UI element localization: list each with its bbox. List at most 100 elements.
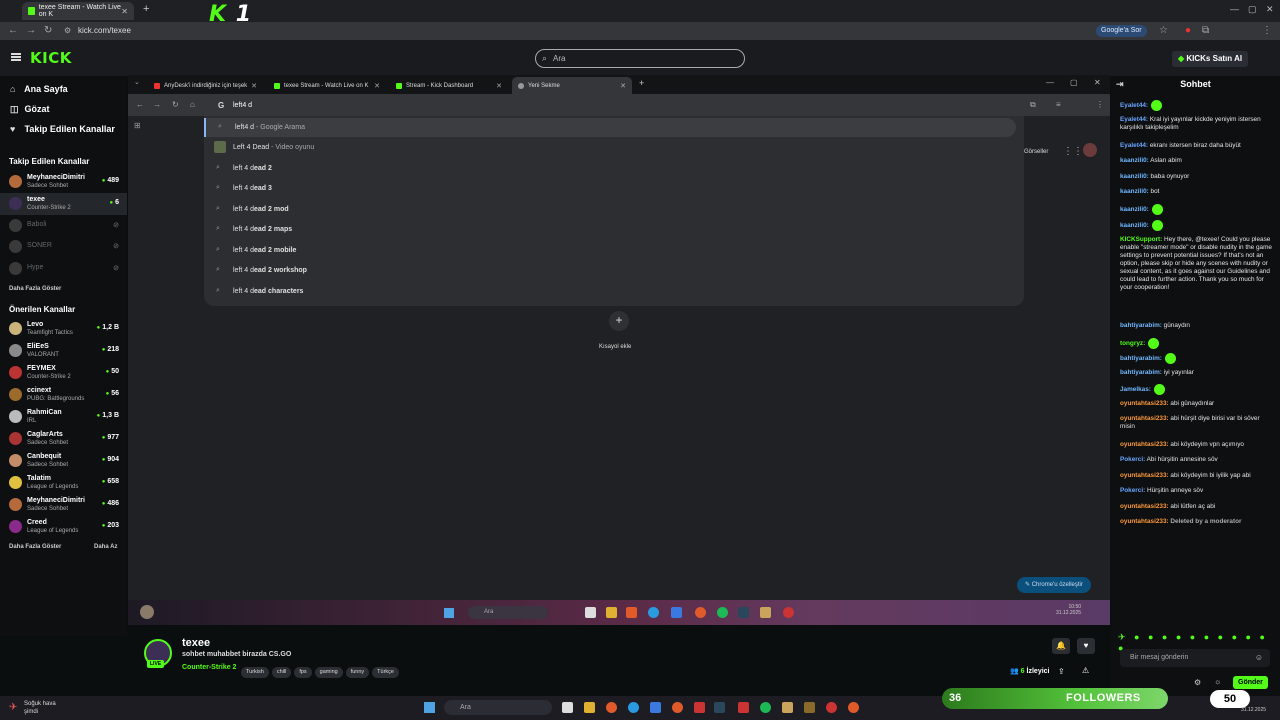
chat-username[interactable]: kaanzili0: [1120, 188, 1149, 195]
chat-username[interactable]: oyuntahtasi233: [1120, 400, 1169, 407]
report-icon[interactable]: ⚠ [1082, 666, 1089, 675]
show-more-link[interactable]: Daha Fazla Göster [9, 286, 61, 292]
inner-tab[interactable]: Stream - Kick Dashboard ✕ [390, 77, 508, 94]
close-icon[interactable]: ✕ [121, 7, 128, 16]
minimize-icon[interactable]: — [1230, 4, 1239, 14]
back-icon[interactable]: ← [136, 100, 144, 109]
menu-icon[interactable]: ⋮ [1096, 100, 1104, 109]
sidebar-channel[interactable]: CaglarArtsSadece Sohbet977 [0, 428, 127, 450]
sidebar-channel[interactable]: LevoTeamfight Tactics1,2 B [0, 318, 127, 340]
taskview-icon[interactable] [562, 702, 573, 713]
new-tab-icon[interactable]: + [639, 78, 644, 88]
inner-tab[interactable]: texee Stream - Watch Live on K ✕ [268, 77, 386, 94]
share-icon[interactable]: ⇪ [1058, 667, 1065, 676]
sidebar-channel[interactable]: RahmiCanIRL1,3 B [0, 406, 127, 428]
settings-icon[interactable]: ⚙ [1194, 678, 1201, 687]
maximize-icon[interactable]: ▢ [1070, 78, 1078, 87]
taskview-icon[interactable] [585, 607, 596, 618]
extensions-icon[interactable]: ⧉ [1202, 25, 1209, 36]
apps-icon[interactable]: ⊞ [134, 121, 141, 130]
suggestion-item[interactable]: ⌕ left 4 dead 3 [204, 179, 1016, 198]
chat-username[interactable]: oyuntahtasi233: [1120, 415, 1169, 422]
sidebar-channel-offline[interactable]: SONER ⊘ [0, 236, 127, 258]
kick-search-input[interactable]: ⌕ Ara [535, 49, 745, 68]
chat-username[interactable]: Pokerci: [1120, 487, 1145, 494]
menu-icon[interactable]: ⋮ [1262, 25, 1272, 36]
windows-start-icon[interactable] [424, 702, 435, 713]
images-link[interactable]: Görseller [1024, 149, 1048, 155]
app-icon[interactable] [738, 702, 749, 713]
add-shortcut-button[interactable]: + [609, 311, 629, 331]
sidebar-channel[interactable]: TalatimLeague of Legends658 [0, 472, 127, 494]
chat-username[interactable]: Eyalet44: [1120, 142, 1148, 149]
hamburger-menu-icon[interactable] [11, 53, 21, 61]
spotify-icon[interactable] [717, 607, 728, 618]
edge-icon[interactable] [628, 702, 639, 713]
folder-icon[interactable] [584, 702, 595, 713]
google-apps-icon[interactable]: ⋮⋮ [1063, 146, 1083, 157]
omnibox-input[interactable]: G left4 d [214, 98, 1014, 114]
emote-picker-icon[interactable]: ☼ [1214, 677, 1221, 686]
store-icon[interactable] [671, 607, 682, 618]
notification-bell-button[interactable]: 🔔 [1052, 638, 1070, 654]
app-icon[interactable] [694, 702, 705, 713]
sidebar-channel[interactable]: CreedLeague of Legends203 [0, 516, 127, 538]
weather-widget[interactable]: Soğuk hava şimdi [24, 700, 56, 716]
inner-tab-active[interactable]: Yeni Sekme ✕ [512, 77, 632, 94]
buy-kicks-button[interactable]: ◆ KICKs Satın Al [1172, 51, 1249, 67]
minimize-icon[interactable]: — [1046, 78, 1054, 87]
streamer-name[interactable]: texee [182, 637, 210, 649]
edge-icon[interactable] [648, 607, 659, 618]
chat-username[interactable]: oyuntahtasi233: [1120, 472, 1169, 479]
chat-username[interactable]: tongryz: [1120, 340, 1145, 347]
close-window-icon[interactable]: ✕ [1266, 4, 1274, 15]
chat-username[interactable]: Eyalet44: [1120, 116, 1148, 123]
sidebar-channel[interactable]: EliEeSVALORANT218 [0, 340, 127, 362]
chat-username[interactable]: oyuntahtasi233: [1120, 503, 1169, 510]
stream-category[interactable]: Counter-Strike 2 [182, 664, 236, 671]
suggestion-item[interactable]: ⌕ left 4 dead characters [204, 282, 1016, 301]
chat-username[interactable]: Pokerci: [1120, 456, 1145, 463]
folder-icon[interactable] [606, 607, 617, 618]
show-less-link[interactable]: Daha Az [94, 544, 117, 550]
nav-following[interactable]: ♥ Takip Edilen Kanallar [10, 124, 115, 134]
kick-logo[interactable]: KICK [30, 49, 72, 67]
chat-username[interactable]: kaanzili0: [1120, 206, 1149, 213]
forward-icon[interactable]: → [153, 100, 161, 109]
outer-tab-texee[interactable]: texee Stream - Watch Live on K ✕ [22, 2, 134, 20]
windows-start-icon[interactable] [444, 608, 454, 618]
chrome-icon[interactable] [848, 702, 859, 713]
media-icon[interactable]: ≡ [1056, 100, 1061, 109]
new-tab-icon[interactable]: + [143, 3, 149, 15]
store-icon[interactable] [650, 702, 661, 713]
sidebar-channel[interactable]: ccinextPUBG: Battlegrounds56 [0, 384, 127, 406]
app-icon[interactable] [760, 607, 771, 618]
stream-video[interactable]: ⌄ AnyDesk'i indirdiğiniz için teşek ✕ tex… [128, 75, 1110, 625]
bookmark-star-icon[interactable]: ☆ [1159, 25, 1168, 36]
steam-icon[interactable] [714, 702, 725, 713]
spotify-icon[interactable] [760, 702, 771, 713]
maximize-icon[interactable]: ▢ [1248, 4, 1257, 15]
chrome-icon[interactable] [672, 702, 683, 713]
chat-username[interactable]: kaanzili0: [1120, 157, 1149, 164]
sidebar-channel-offline[interactable]: Baboli ⊘ [0, 215, 127, 237]
tag[interactable]: gaming [314, 667, 343, 678]
chrome-icon[interactable] [695, 607, 706, 618]
suggestion-item[interactable]: Left 4 Dead - Video oyunu [204, 138, 1016, 157]
chat-username[interactable]: KICKSupport: [1120, 236, 1162, 243]
chrome-icon[interactable] [626, 607, 637, 618]
app-icon[interactable] [782, 702, 793, 713]
weather-icon[interactable] [140, 605, 154, 619]
chat-username[interactable]: kaanzili0: [1120, 173, 1149, 180]
tag[interactable]: chill [271, 667, 292, 678]
taskbar-search[interactable]: Ara [444, 700, 552, 715]
forward-icon[interactable]: → [26, 25, 36, 36]
sidebar-channel[interactable]: CanbequitSadece Sohbet904 [0, 450, 127, 472]
home-icon[interactable]: ⌂ [190, 100, 195, 109]
steam-icon[interactable] [738, 607, 749, 618]
tag[interactable]: Türkçe [372, 667, 399, 678]
suggestion-item[interactable]: ⌕ left 4 dead 2 mobile [204, 241, 1016, 260]
chat-username[interactable]: bahtiyarabim: [1120, 322, 1162, 329]
weather-icon[interactable]: ✈ [9, 702, 17, 713]
chat-username[interactable]: bahtiyarabim: [1120, 369, 1162, 376]
